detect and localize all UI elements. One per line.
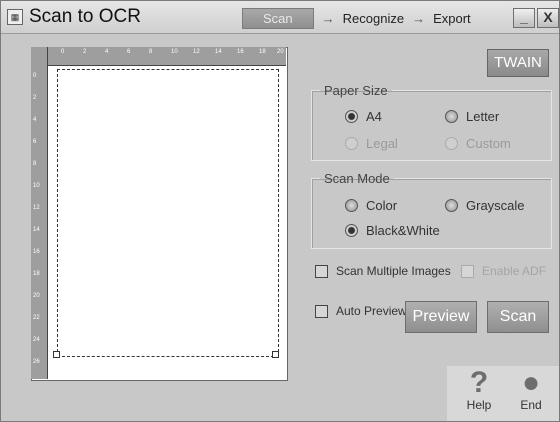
ruler-label: 24 [33,337,40,343]
scanner-icon: ▦ [7,9,23,25]
end-tool[interactable]: ● End [511,366,551,413]
radio-label: Legal [366,136,398,151]
exit-icon: ● [521,366,541,399]
ruler-label: 18 [33,271,40,277]
end-label: End [520,398,542,412]
resize-handle[interactable] [272,351,279,358]
checkbox-label: Scan Multiple Images [336,264,451,278]
enable-adf-checkbox: Enable ADF [461,264,546,278]
ruler-label: 0 [61,49,65,55]
radio-dot-icon [445,137,458,150]
checkbox-box [315,264,328,278]
radio-dot-icon [445,110,458,123]
ruler-label: 4 [33,117,37,123]
radio-label: Letter [466,109,500,124]
radio-label: Black&White [366,223,440,238]
ruler-label: 20 [277,49,284,55]
ruler-label: 10 [171,49,178,55]
window-title: Scan to OCR [29,6,141,27]
twain-button[interactable]: TWAIN [487,49,549,77]
resize-handle[interactable] [53,351,60,358]
step-recognize[interactable]: Recognize [343,11,404,26]
radio-label: A4 [366,109,382,124]
ruler-label: 2 [33,95,37,101]
radio-custom: Custom [445,136,511,151]
ruler-label: 18 [259,49,266,55]
ruler-label: 16 [33,249,40,255]
radio-a4[interactable]: A4 [345,109,382,124]
ruler-label: 22 [33,315,40,321]
minimize-button[interactable]: _ [513,8,535,28]
scan-window: ▦ Scan to OCR Scan → Recognize → Export … [0,0,560,422]
radio-dot-icon [445,199,458,212]
radio-label: Grayscale [466,198,525,213]
ruler-label: 12 [193,49,200,55]
ruler-label: 20 [33,293,40,299]
ruler-label: 26 [33,359,40,365]
ruler-label: 14 [33,227,40,233]
bottom-tools-panel: ? Help ● End [447,366,559,421]
scan-button[interactable]: Scan [487,301,549,333]
radio-label: Custom [466,136,511,151]
close-button[interactable]: X [537,8,559,28]
radio-label: Color [366,198,398,213]
radio-dot-icon [345,137,358,150]
radio-dot-icon [345,110,358,123]
help-label: Help [466,398,492,412]
arrow-right-icon: → [412,10,426,26]
radio-grayscale[interactable]: Grayscale [445,198,525,213]
ruler-label: 16 [237,49,244,55]
ruler-label: 2 [83,49,87,55]
help-tool[interactable]: ? Help [459,366,499,413]
ruler-vertical: 0 2 4 6 8 10 12 14 16 18 20 22 24 26 [31,47,48,379]
checkbox-label: Enable ADF [482,264,547,278]
ruler-label: 4 [105,49,109,55]
checkbox-box [315,304,328,318]
auto-preview-checkbox[interactable]: Auto Preview [315,304,407,318]
question-icon: ? [469,366,489,399]
ruler-label: 14 [215,49,222,55]
ruler-label: 12 [33,205,40,211]
ruler-label: 10 [33,183,40,189]
ruler-label: 0 [33,73,37,79]
radio-dot-icon [345,224,358,237]
step-scan[interactable]: Scan [242,7,314,29]
workflow-steps: Scan → Recognize → Export [242,7,471,29]
scan-mode-label: Scan Mode [324,171,390,186]
radio-dot-icon [345,199,358,212]
radio-letter[interactable]: Letter [445,109,499,124]
ruler-label: 6 [33,139,37,145]
radio-black-white[interactable]: Black&White [345,223,440,238]
ruler-label: 8 [33,161,37,167]
ruler-label: 6 [127,49,131,55]
arrow-right-icon: → [321,10,335,26]
radio-legal: Legal [345,136,398,151]
step-export[interactable]: Export [433,11,471,26]
radio-color[interactable]: Color [345,198,397,213]
checkbox-box [461,264,474,278]
scan-multiple-images-checkbox[interactable]: Scan Multiple Images [315,264,451,278]
ruler-horizontal: 0 2 4 6 8 10 12 14 16 18 20 [31,47,286,66]
title-bar: ▦ Scan to OCR Scan → Recognize → Export … [1,1,559,34]
checkbox-label: Auto Preview [336,304,407,318]
preview-button[interactable]: Preview [405,301,477,333]
ruler-label: 8 [149,49,153,55]
scan-selection-frame[interactable] [57,69,279,357]
paper-size-label: Paper Size [324,83,388,98]
